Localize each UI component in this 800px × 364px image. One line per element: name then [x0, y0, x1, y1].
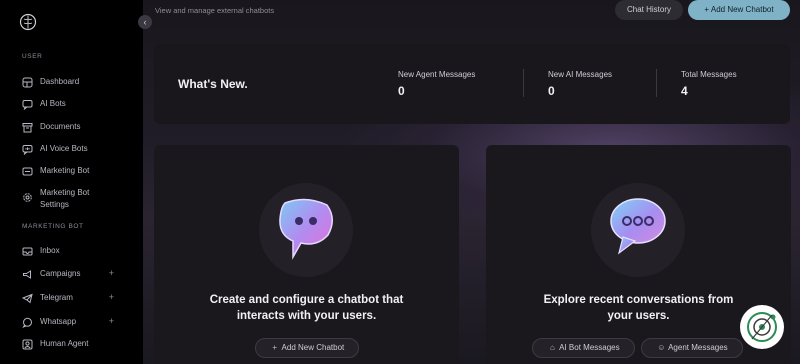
chat-bubble-icon — [610, 198, 666, 255]
stat-divider — [523, 69, 524, 97]
stat-label: Total Messages — [681, 70, 737, 79]
dashboard-icon — [22, 77, 33, 88]
stat-label: New AI Messages — [548, 70, 613, 79]
sidebar-item-label: AI Bots — [40, 99, 66, 108]
chat-icon — [22, 100, 33, 110]
stat-new-ai-messages: New AI Messages 0 — [548, 70, 612, 98]
sidebar-item-label: Campaigns — [40, 269, 81, 278]
person-icon: ☺ — [657, 343, 666, 352]
page-subtitle: View and manage external chatbots — [155, 6, 275, 15]
sidebar-item-whatsapp[interactable]: Whatsapp + — [22, 316, 132, 332]
stat-value: 0 — [548, 84, 555, 98]
gear-icon — [23, 193, 32, 202]
stat-divider — [656, 69, 657, 97]
stat-total-messages: Total Messages 4 — [681, 70, 737, 98]
button-label: AI Bot Messages — [559, 343, 620, 352]
sidebar-item-label: Telegram — [40, 293, 73, 302]
voice-icon — [22, 145, 33, 155]
stat-value: 4 — [681, 84, 688, 98]
expand-plus-icon[interactable]: + — [109, 316, 114, 326]
inbox-icon — [22, 247, 33, 256]
create-chatbot-headline: Create and configure a chatbot that inte… — [154, 292, 459, 324]
sidebar-item-label: Marketing Bot — [40, 166, 90, 175]
create-chatbot-card: Create and configure a chatbot that inte… — [154, 145, 459, 364]
sidebar-item-label: Human Agent — [40, 339, 89, 348]
stat-value: 0 — [398, 84, 405, 98]
sidebar-item-documents[interactable]: Documents — [22, 121, 132, 137]
collapse-sidebar-button[interactable]: ‹ — [138, 15, 152, 29]
sidebar-item-dashboard[interactable]: Dashboard — [22, 76, 132, 92]
megaphone-icon — [22, 167, 33, 176]
sidebar-item-label: Inbox — [40, 246, 60, 255]
sidebar-item-campaigns[interactable]: Campaigns + — [22, 268, 132, 284]
user-icon — [22, 339, 33, 350]
brain-logo-icon[interactable] — [19, 13, 37, 31]
sidebar-item-marketing-bot-settings[interactable]: Marketing Bot Settings — [22, 187, 132, 211]
sidebar-item-label: Documents — [40, 122, 81, 131]
chat-bubble-icon — [279, 198, 333, 260]
stat-label: New Agent Messages — [398, 70, 476, 79]
orbit-logo-icon — [747, 312, 777, 342]
expand-plus-icon[interactable]: + — [109, 292, 114, 302]
sidebar-item-label: Dashboard — [40, 77, 80, 86]
floating-assistant-button[interactable] — [740, 305, 784, 349]
chat-bubble-illustration — [591, 183, 685, 277]
whats-new-title: What's New. — [178, 77, 248, 91]
bot-icon: ⌂ — [549, 343, 555, 352]
sidebar-item-ai-bots[interactable]: AI Bots — [22, 98, 132, 114]
sidebar-item-telegram[interactable]: Telegram + — [22, 292, 132, 308]
button-label: Agent Messages — [668, 343, 728, 352]
sidebar-item-ai-voice-bots[interactable]: AI Voice Bots — [22, 143, 132, 159]
section-label-marketing-bot: MARKETING BOT — [22, 223, 84, 230]
stat-new-agent-messages: New Agent Messages 0 — [398, 70, 475, 98]
sidebar-item-human-agent[interactable]: Human Agent — [22, 338, 132, 354]
sidebar-item-label: Whatsapp — [40, 317, 77, 326]
sidebar-item-label: AI Voice Bots — [40, 144, 88, 153]
document-icon — [22, 123, 33, 133]
ai-bot-messages-button[interactable]: ⌂ AI Bot Messages — [532, 338, 635, 358]
agent-messages-button[interactable]: ☺ Agent Messages — [641, 338, 743, 358]
add-new-chatbot-pill-button[interactable]: + Add New Chatbot — [255, 338, 359, 358]
headline-line: Create and configure a chatbot that — [209, 294, 404, 306]
chat-history-button[interactable]: Chat History — [615, 0, 683, 20]
sidebar-item-marketing-bot[interactable]: Marketing Bot — [22, 165, 132, 181]
sidebar-item-label: Marketing Bot Settings — [40, 188, 90, 209]
telegram-icon — [22, 293, 33, 304]
add-new-chatbot-button[interactable]: + Add New Chatbot — [688, 0, 790, 20]
expand-plus-icon[interactable]: + — [109, 268, 114, 278]
section-label-user: USER — [22, 53, 43, 60]
sidebar: USER Dashboard AI Bots Documents AI Voic… — [0, 0, 143, 364]
plus-icon: + — [272, 343, 278, 352]
headline-line: interacts with your users. — [236, 310, 377, 322]
sidebar-item-inbox[interactable]: Inbox — [22, 245, 132, 261]
button-label: Add New Chatbot — [281, 343, 345, 352]
chat-bubble-illustration — [259, 183, 353, 277]
whatsapp-icon — [22, 317, 32, 328]
whats-new-card: What's New. New Agent Messages 0 New AI … — [154, 44, 790, 124]
campaign-icon — [23, 270, 31, 279]
